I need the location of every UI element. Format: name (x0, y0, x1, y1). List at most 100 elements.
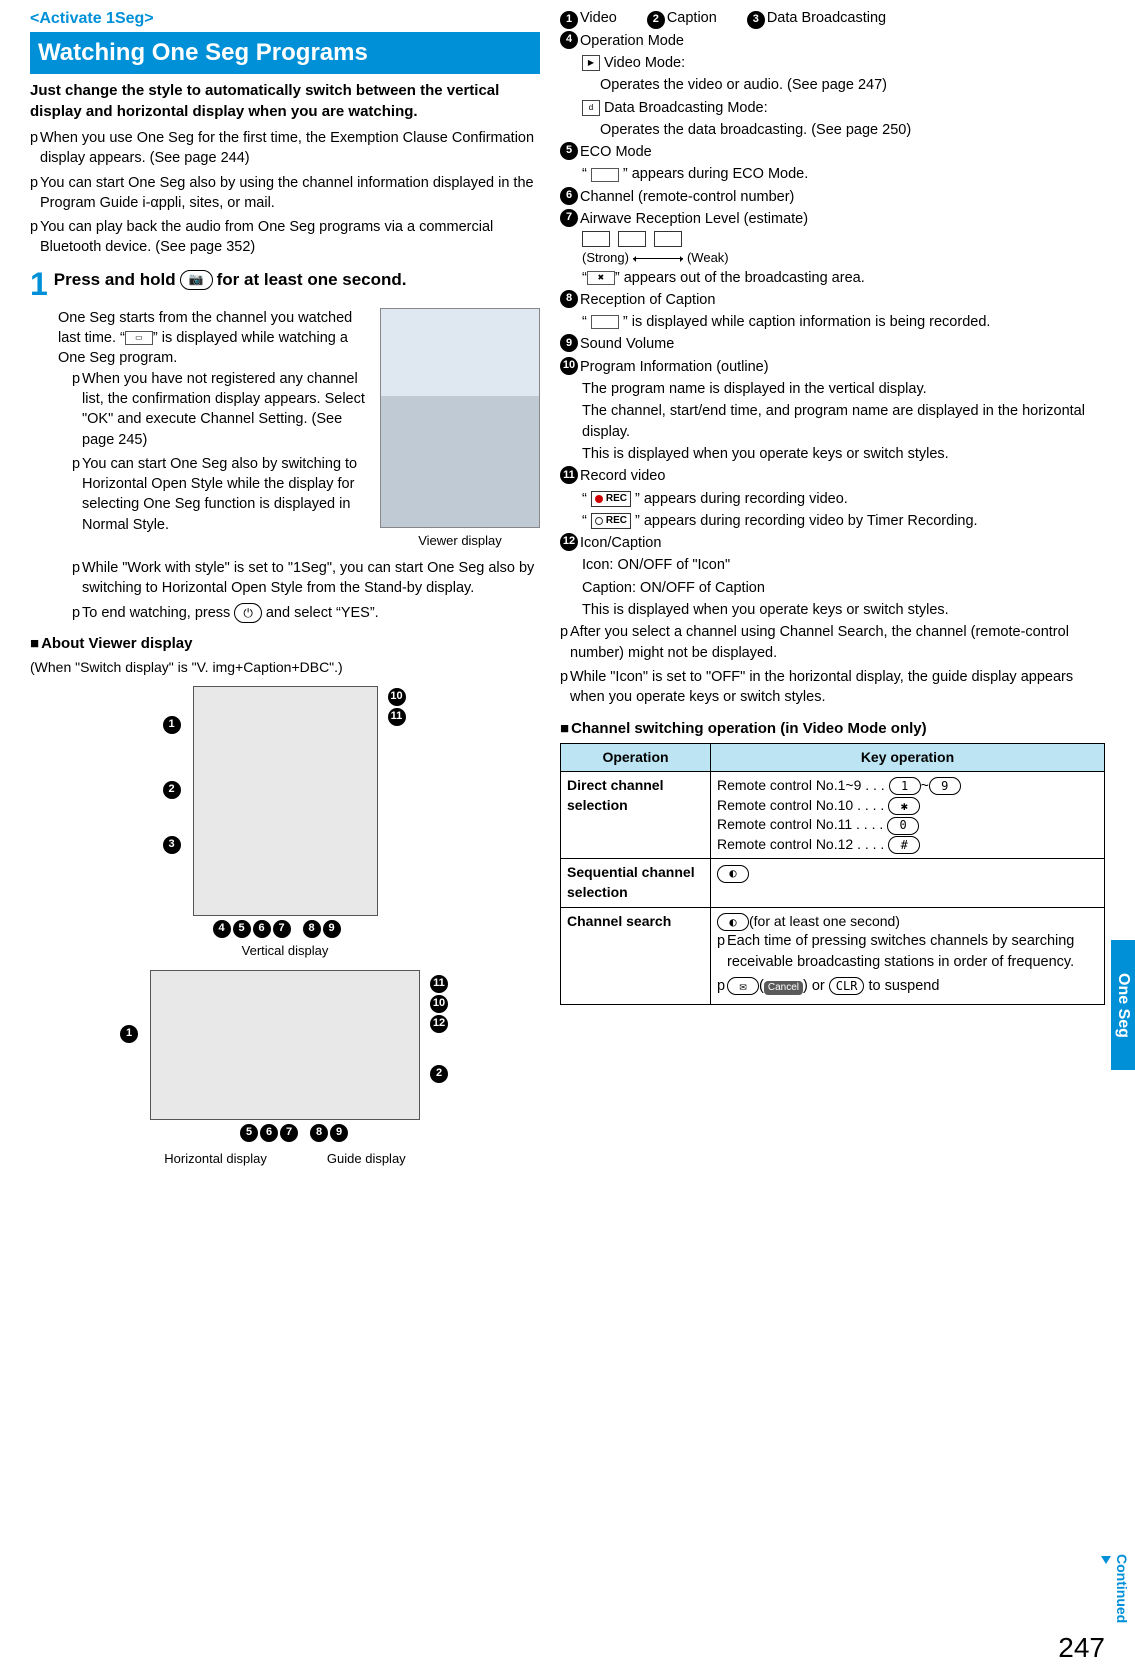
step-head-after: for at least one second. (217, 268, 407, 292)
def-row: 10Program Information (outline) (560, 357, 1105, 377)
step-number: 1 (30, 268, 48, 300)
step-body-text: One Seg starts from the channel you watc… (58, 308, 368, 369)
data-mode-icon: d (582, 100, 600, 116)
table-row: Channel search◐(for at least one second)… (561, 907, 1105, 1004)
def-rec-line: “ REC ” appears during recording video. (582, 489, 1105, 509)
def-line: Caption: ON/OFF of Caption (582, 578, 1105, 598)
digit-key-icon: 1 (889, 777, 921, 795)
intro-bullet: pWhen you use One Seg for the first time… (30, 128, 540, 169)
digit-key-icon: 9 (929, 777, 961, 795)
callout-h5: 5 (240, 1124, 258, 1142)
callout-1: 1 (163, 716, 181, 734)
oneseg-indicator-icon: ▭ (125, 331, 153, 345)
callout-6: 6 (253, 920, 271, 938)
note-bullet: pWhile "Icon" is set to "OFF" in the hor… (560, 667, 1105, 708)
callout-11: 11 (388, 708, 406, 726)
signal-strength-icons (582, 231, 1105, 247)
def-extra: “✖” appears out of the broadcasting area… (582, 268, 1105, 288)
operation-cell: Direct channel selection (561, 772, 711, 859)
page-title: Watching One Seg Programs (30, 32, 540, 74)
def-line: Icon: ON/OFF of "Icon" (582, 555, 1105, 575)
def-line: The program name is displayed in the ver… (582, 379, 1105, 399)
def-label: Airwave Reception Level (estimate) (580, 209, 808, 229)
callout-h12: 12 (430, 1015, 448, 1033)
def-row: 7Airwave Reception Level (estimate) (560, 209, 1105, 229)
step-sub-bullet: pWhen you have not registered any channe… (72, 369, 368, 450)
def-label: ECO Mode (580, 142, 652, 162)
callout-5: 5 (233, 920, 251, 938)
num-circ: 8 (560, 290, 578, 308)
callout-9: 9 (323, 920, 341, 938)
cancel-softkey: Cancel (764, 981, 803, 995)
digit-key-icon: # (888, 836, 920, 854)
key-operation-cell: ◐(for at least one second)pEach time of … (711, 907, 1105, 1004)
table-header-key: Key operation (711, 743, 1105, 772)
def-caption: Caption (667, 10, 717, 26)
camera-key-icon: 📷 (180, 270, 213, 290)
def-rec-line: “ REC ” appears during recording video b… (582, 511, 1105, 531)
about-viewer-heading: About Viewer display (30, 633, 540, 654)
def-row: 8Reception of Caption (560, 290, 1105, 310)
video-mode-icon: ▶ (582, 55, 600, 71)
def-data-broadcasting: Data Broadcasting (767, 10, 886, 26)
num-2: 2 (647, 11, 665, 29)
num-1: 1 (560, 11, 578, 29)
def-line: The channel, start/end time, and program… (582, 401, 1105, 442)
page-number: 247 (1058, 1628, 1105, 1667)
operation-cell: Sequential channel selection (561, 859, 711, 907)
def-label: Reception of Caption (580, 290, 715, 310)
def-label: Operation Mode (580, 31, 684, 51)
def-video: Video (580, 10, 617, 26)
callout-4: 4 (213, 920, 231, 938)
rec-icon: REC (591, 491, 631, 507)
step-head-before: Press and hold (54, 268, 176, 292)
def-row-1-2-3: 1Video 2Caption 3Data Broadcasting (560, 8, 1105, 29)
def-mode-desc: Operates the data broadcasting. (See pag… (600, 120, 1105, 140)
note-bullet: pAfter you select a channel using Channe… (560, 622, 1105, 663)
guide-display-label: Guide display (327, 1150, 406, 1168)
def-line: This is displayed when you operate keys … (582, 600, 1105, 620)
continued-indicator: Continued (1101, 1554, 1131, 1623)
def-mode-line: dData Broadcasting Mode: (582, 98, 1105, 118)
activate-tag: <Activate 1Seg> (30, 8, 540, 30)
callout-8: 8 (303, 920, 321, 938)
vertical-display-diagram: 1 2 3 10 11 4 5 6 7 8 9 Vertical display (30, 686, 540, 960)
def-row: 4Operation Mode (560, 31, 1105, 51)
num-circ: 10 (560, 357, 578, 375)
def-line: This is displayed when you operate keys … (582, 444, 1105, 464)
callout-h2: 2 (430, 1065, 448, 1083)
def-label: Program Information (outline) (580, 357, 769, 377)
channel-switch-heading: Channel switching operation (in Video Mo… (560, 718, 1105, 739)
viewer-display-thumbnail: Viewer display (380, 308, 540, 550)
intro-bullet: pYou can play back the audio from One Se… (30, 217, 540, 258)
horizontal-display-diagram: 1 11 10 12 2 5 6 7 8 9 Horizontal displa… (30, 970, 540, 1168)
def-label: Channel (remote-control number) (580, 187, 794, 207)
def-mode-line: ▶Video Mode: (582, 53, 1105, 73)
def-label: Record video (580, 466, 665, 486)
intro-bullet: pYou can start One Seg also by using the… (30, 173, 540, 214)
def-row: 5ECO Mode (560, 142, 1105, 162)
section-tab: One Seg (1111, 940, 1135, 1070)
about-viewer-paren: (When "Switch display" is "V. img+Captio… (30, 658, 540, 678)
num-circ: 9 (560, 334, 578, 352)
def-row: 11Record video (560, 466, 1105, 486)
num-circ: 6 (560, 187, 578, 205)
table-row: Sequential channel selection ◐ (561, 859, 1105, 907)
num-circ: 4 (560, 31, 578, 49)
num-circ: 12 (560, 533, 578, 551)
callout-h8: 8 (310, 1124, 328, 1142)
viewer-display-caption: Viewer display (380, 532, 540, 550)
step-sub-bullet: pYou can start One Seg also by switching… (72, 454, 368, 535)
channel-switch-table: Operation Key operation Direct channel s… (560, 743, 1105, 1006)
def-quoted-icon-line: “ ” appears during ECO Mode. (582, 164, 1105, 184)
callout-h11: 11 (430, 975, 448, 993)
status-icon (591, 315, 619, 329)
def-label: Sound Volume (580, 334, 674, 354)
def-mode-desc: Operates the video or audio. (See page 2… (600, 75, 1105, 95)
status-icon (591, 168, 619, 182)
num-circ: 11 (560, 466, 578, 484)
num-3: 3 (747, 11, 765, 29)
clr-key-icon: CLR (829, 977, 865, 995)
nav-key-icon: ◐ (717, 865, 749, 883)
callout-h7: 7 (280, 1124, 298, 1142)
